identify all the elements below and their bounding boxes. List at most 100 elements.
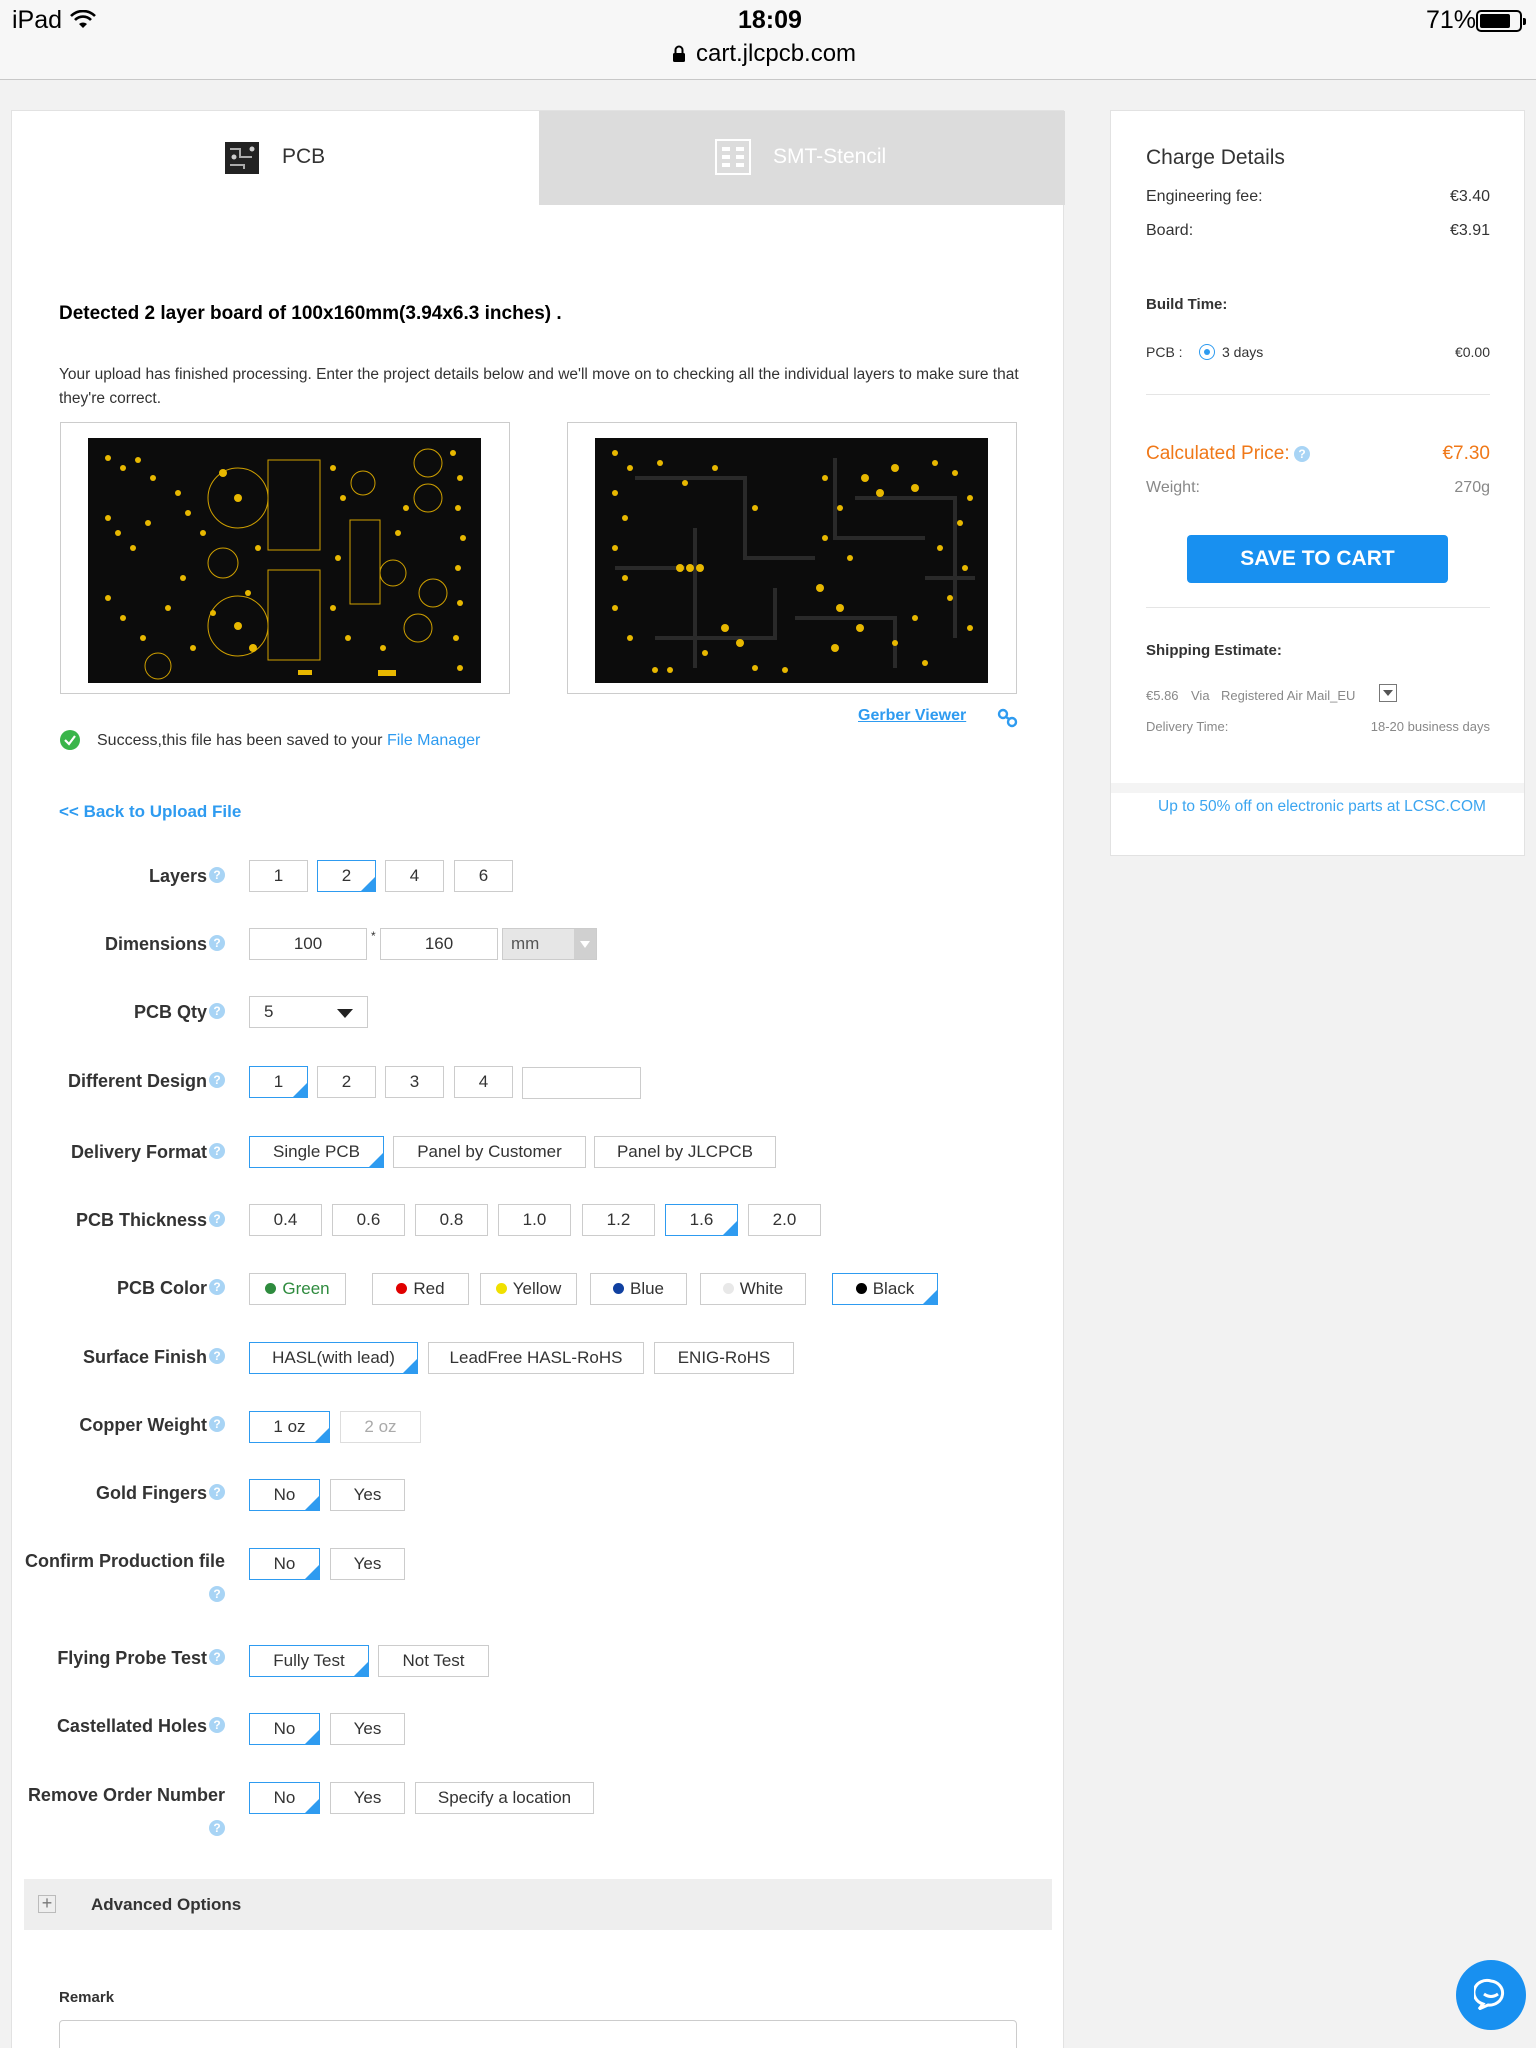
tab-smt-label: SMT-Stencil [773, 145, 887, 168]
gold-yes[interactable]: Yes [330, 1479, 405, 1511]
layers-option-2[interactable]: 2 [317, 860, 376, 892]
tab-pcb[interactable]: PCB [12, 111, 539, 205]
save-to-cart-button[interactable]: SAVE TO CART [1187, 535, 1448, 583]
probe-fully-test[interactable]: Fully Test [249, 1645, 369, 1677]
thickness-option[interactable]: 0.6 [332, 1204, 405, 1236]
design-option-3[interactable]: 3 [385, 1066, 444, 1098]
castellated-yes[interactable]: Yes [330, 1713, 405, 1745]
color-option-red[interactable]: Red [372, 1273, 469, 1305]
castellated-no[interactable]: No [249, 1713, 320, 1745]
help-icon[interactable]: ? [209, 1143, 225, 1159]
design-label: Different Design [67, 1071, 207, 1091]
height-input[interactable]: 160 [380, 928, 498, 960]
layers-option-4[interactable]: 4 [385, 860, 444, 892]
width-input[interactable]: 100 [249, 928, 367, 960]
shipping-dropdown-icon[interactable] [1379, 684, 1397, 702]
thickness-option[interactable]: 0.4 [249, 1204, 322, 1236]
lcsc-promo-link[interactable]: Up to 50% off on electronic parts at LCS… [1158, 798, 1486, 816]
battery-percent: 71% [1426, 6, 1477, 34]
help-icon[interactable]: ? [209, 1649, 225, 1665]
copper-1oz[interactable]: 1 oz [249, 1411, 330, 1443]
remark-textarea[interactable] [59, 2020, 1017, 2048]
help-icon[interactable]: ? [209, 1416, 225, 1432]
detect-title: Detected 2 layer board of 100x160mm(3.94… [59, 303, 562, 324]
remove-yes[interactable]: Yes [330, 1782, 405, 1814]
surface-hasl[interactable]: HASL(with lead) [249, 1342, 418, 1374]
expand-plus-icon[interactable]: + [38, 1894, 56, 1913]
delivery-panel-customer[interactable]: Panel by Customer [393, 1136, 586, 1168]
surface-leadfree[interactable]: LeadFree HASL-RoHS [428, 1342, 644, 1374]
build-time-value: €0.00 [1454, 344, 1490, 360]
qty-value: 5 [264, 1002, 274, 1021]
success-text: Success,this file has been saved to your… [97, 732, 481, 749]
shipping-method: Registered Air Mail_EU [1221, 688, 1356, 703]
pcb-bottom-image [595, 438, 988, 683]
main-panel: PCB SMT-Stencil Detected 2 layer board o… [11, 110, 1065, 2048]
design-option-4[interactable]: 4 [454, 1066, 513, 1098]
build-option-label: 3 days [1222, 344, 1264, 360]
advanced-options-bar[interactable]: + Advanced Options [24, 1879, 1052, 1930]
remove-no[interactable]: No [249, 1782, 320, 1814]
white-swatch-icon [722, 1283, 734, 1294]
chevron-down-icon [574, 929, 596, 959]
help-icon[interactable]: ? [209, 1820, 225, 1836]
file-manager-link[interactable]: File Manager [387, 732, 480, 749]
thickness-option[interactable]: 0.8 [415, 1204, 488, 1236]
help-icon[interactable]: ? [209, 1717, 225, 1733]
surface-enig[interactable]: ENIG-RoHS [654, 1342, 794, 1374]
thickness-option[interactable]: 1.2 [582, 1204, 655, 1236]
url-bar[interactable]: cart.jlcpcb.com [696, 40, 856, 68]
blue-swatch-icon [612, 1283, 624, 1294]
delivery-panel-jlcpcb[interactable]: Panel by JLCPCB [594, 1136, 776, 1168]
pcb-icon [225, 142, 259, 174]
color-option-black[interactable]: Black [832, 1273, 938, 1305]
color-option-blue[interactable]: Blue [590, 1273, 687, 1305]
layers-option-1[interactable]: 1 [249, 860, 308, 892]
thickness-option-selected[interactable]: 1.6 [665, 1204, 738, 1236]
remark-label: Remark [59, 1989, 115, 2006]
gold-no[interactable]: No [249, 1479, 320, 1511]
build-time-label: Build Time: [1146, 296, 1228, 313]
qty-select[interactable]: 5 [249, 996, 368, 1028]
chat-icon [1474, 1978, 1505, 2010]
help-icon[interactable]: ? [209, 1279, 225, 1295]
delivery-single-pcb[interactable]: Single PCB [249, 1136, 384, 1168]
color-option-green[interactable]: Green [249, 1273, 346, 1305]
help-icon[interactable]: ? [209, 867, 225, 883]
help-icon[interactable]: ? [209, 1003, 225, 1019]
status-bar: iPad 18:09 71% cart.jlcpcb.com [0, 0, 1536, 80]
design-option-2[interactable]: 2 [317, 1066, 376, 1098]
confirm-no[interactable]: No [249, 1548, 320, 1580]
tab-smt-stencil[interactable]: SMT-Stencil [539, 111, 1065, 205]
help-icon[interactable]: ? [209, 1484, 225, 1500]
layers-option-6[interactable]: 6 [454, 860, 513, 892]
thickness-option[interactable]: 1.0 [498, 1204, 571, 1236]
design-custom-input[interactable] [522, 1067, 641, 1099]
thickness-option[interactable]: 2.0 [748, 1204, 821, 1236]
board-label: Board: [1146, 222, 1194, 239]
back-to-upload-link[interactable]: << Back to Upload File [59, 802, 241, 822]
help-icon[interactable]: ? [209, 935, 225, 951]
delivery-label: Delivery Format [70, 1142, 207, 1162]
unit-select[interactable]: mm [502, 928, 597, 960]
gold-label: Gold Fingers [95, 1483, 207, 1503]
link-icon[interactable] [997, 708, 1019, 728]
divider [1146, 607, 1490, 608]
surface-label: Surface Finish [82, 1347, 207, 1367]
tab-pcb-label: PCB [282, 145, 326, 168]
help-icon[interactable]: ? [209, 1348, 225, 1364]
chat-button[interactable] [1456, 1960, 1526, 2030]
copper-2oz[interactable]: 2 oz [340, 1411, 421, 1443]
probe-not-test[interactable]: Not Test [378, 1645, 489, 1677]
design-option-1[interactable]: 1 [249, 1066, 308, 1098]
confirm-yes[interactable]: Yes [330, 1548, 405, 1580]
help-icon[interactable]: ? [209, 1211, 225, 1227]
remove-specify-location[interactable]: Specify a location [415, 1782, 594, 1814]
color-option-yellow[interactable]: Yellow [480, 1273, 577, 1305]
radio-3-days[interactable] [1199, 344, 1215, 360]
help-icon[interactable]: ? [209, 1586, 225, 1602]
gerber-viewer-link[interactable]: Gerber Viewer [858, 707, 966, 725]
help-icon[interactable]: ? [1294, 446, 1310, 462]
color-option-white[interactable]: White [700, 1273, 806, 1305]
help-icon[interactable]: ? [209, 1072, 225, 1088]
